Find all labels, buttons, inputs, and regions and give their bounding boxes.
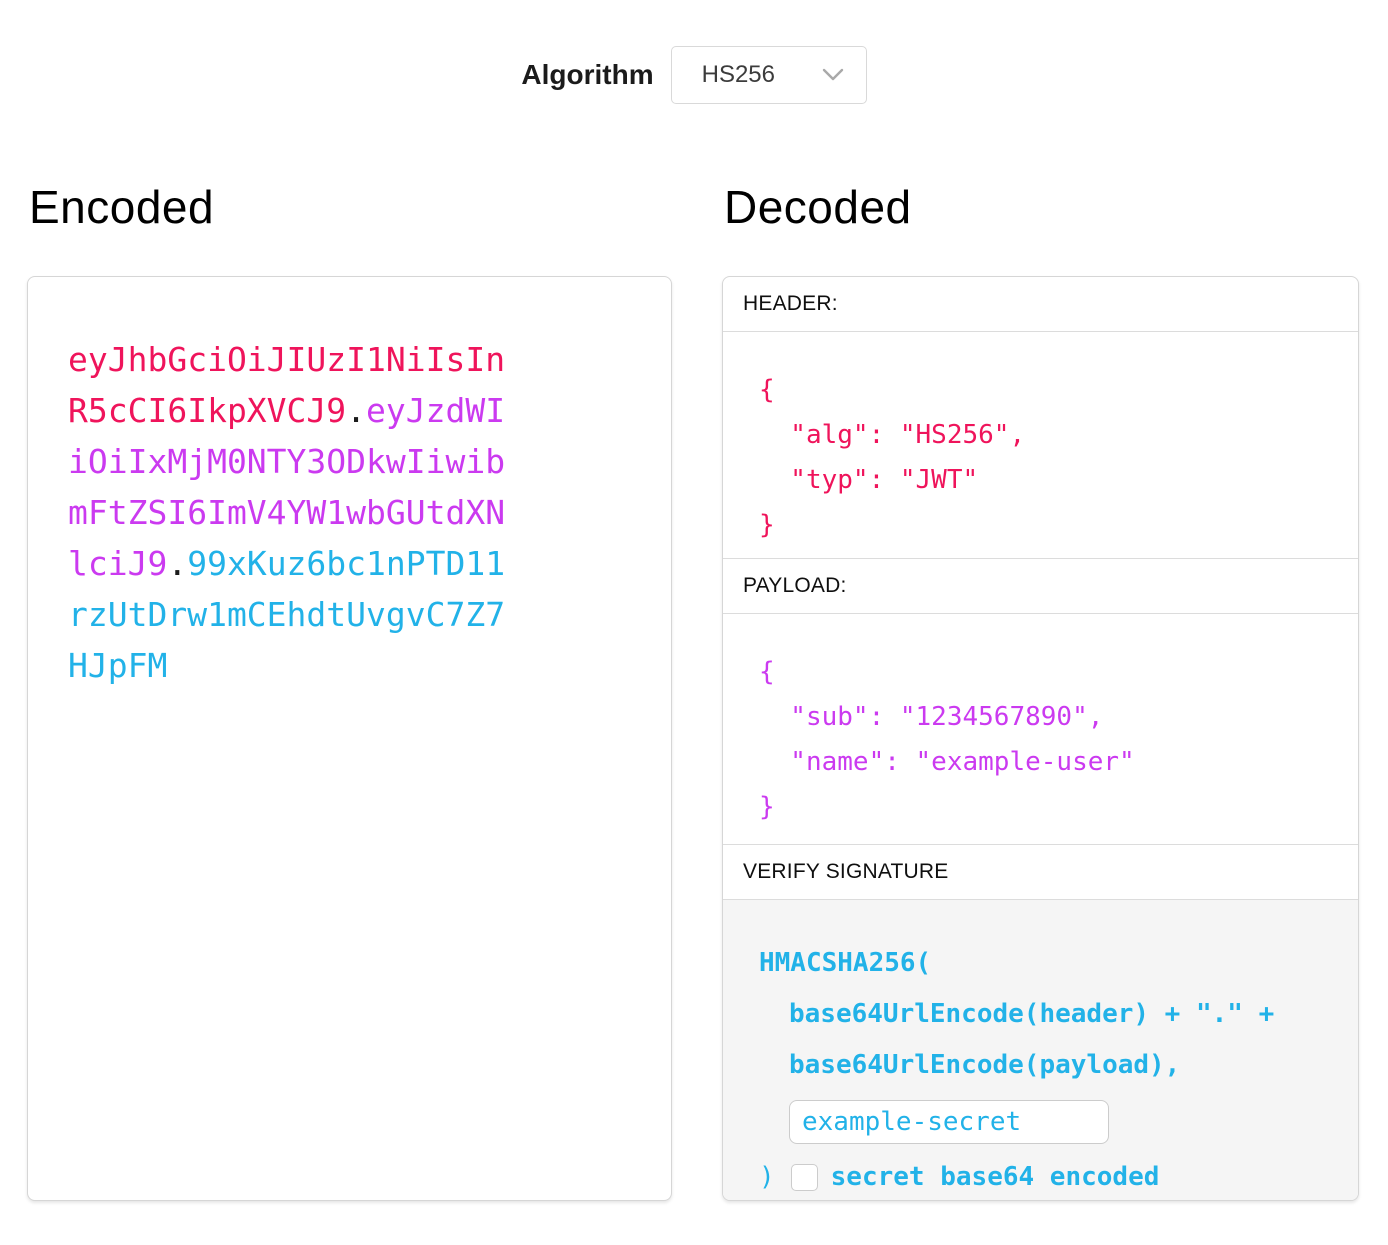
decoded-panel: HEADER: { "alg": "HS256", "typ": "JWT" }… — [722, 276, 1359, 1201]
signature-line-header: base64UrlEncode(header) + "." + — [759, 989, 1322, 1040]
header-json-line: } — [759, 503, 1322, 548]
secret-input[interactable] — [789, 1100, 1109, 1144]
payload-section-label: PAYLOAD: — [723, 559, 1358, 614]
header-section-label: HEADER: — [723, 277, 1358, 332]
algorithm-label: Algorithm — [521, 59, 653, 91]
decoded-title: Decoded — [724, 180, 1359, 234]
secret-base64-label: secret base64 encoded — [831, 1152, 1160, 1201]
main-columns: Encoded eyJhbGciOiJIUzI1NiIsInR5cCI6IkpX… — [0, 180, 1388, 1201]
encoded-token-editor[interactable]: eyJhbGciOiJIUzI1NiIsInR5cCI6IkpXVCJ9.eyJ… — [27, 276, 672, 1201]
encoded-column: Encoded eyJhbGciOiJIUzI1NiIsInR5cCI6IkpX… — [27, 180, 672, 1201]
payload-json-line: { — [759, 650, 1322, 695]
payload-json-line: "name": "example-user" — [759, 740, 1322, 785]
token-separator-dot: . — [167, 544, 187, 583]
jwt-debugger-page: Algorithm HS256 Encoded eyJhbGciOiJIUzI1… — [0, 0, 1388, 1201]
header-json-line: { — [759, 368, 1322, 413]
payload-json-line: } — [759, 785, 1322, 830]
algorithm-select[interactable]: HS256 — [671, 46, 867, 104]
chevron-down-icon — [822, 68, 844, 82]
jwt-token-text: eyJhbGciOiJIUzI1NiIsInR5cCI6IkpXVCJ9.eyJ… — [68, 334, 520, 691]
signature-close-row: ) secret base64 encoded — [759, 1152, 1322, 1201]
secret-base64-checkbox[interactable] — [791, 1164, 818, 1191]
algorithm-selected-value: HS256 — [702, 61, 775, 89]
header-json-line: "typ": "JWT" — [759, 458, 1322, 503]
algorithm-row: Algorithm HS256 — [0, 0, 1388, 104]
token-separator-dot: . — [346, 391, 366, 430]
signature-fn-open: HMACSHA256( — [759, 938, 1322, 989]
header-json-line: "alg": "HS256", — [759, 413, 1322, 458]
encoded-title: Encoded — [29, 180, 672, 234]
signature-fn-close: ) — [759, 1152, 775, 1201]
verify-signature-section-label: VERIFY SIGNATURE — [723, 845, 1358, 900]
header-json-editor[interactable]: { "alg": "HS256", "typ": "JWT" } — [723, 332, 1358, 559]
signature-area: HMACSHA256( base64UrlEncode(header) + ".… — [723, 900, 1358, 1201]
decoded-column: Decoded HEADER: { "alg": "HS256", "typ":… — [722, 180, 1359, 1201]
payload-json-line: "sub": "1234567890", — [759, 695, 1322, 740]
signature-line-payload: base64UrlEncode(payload), — [759, 1040, 1322, 1091]
payload-json-editor[interactable]: { "sub": "1234567890", "name": "example-… — [723, 614, 1358, 845]
